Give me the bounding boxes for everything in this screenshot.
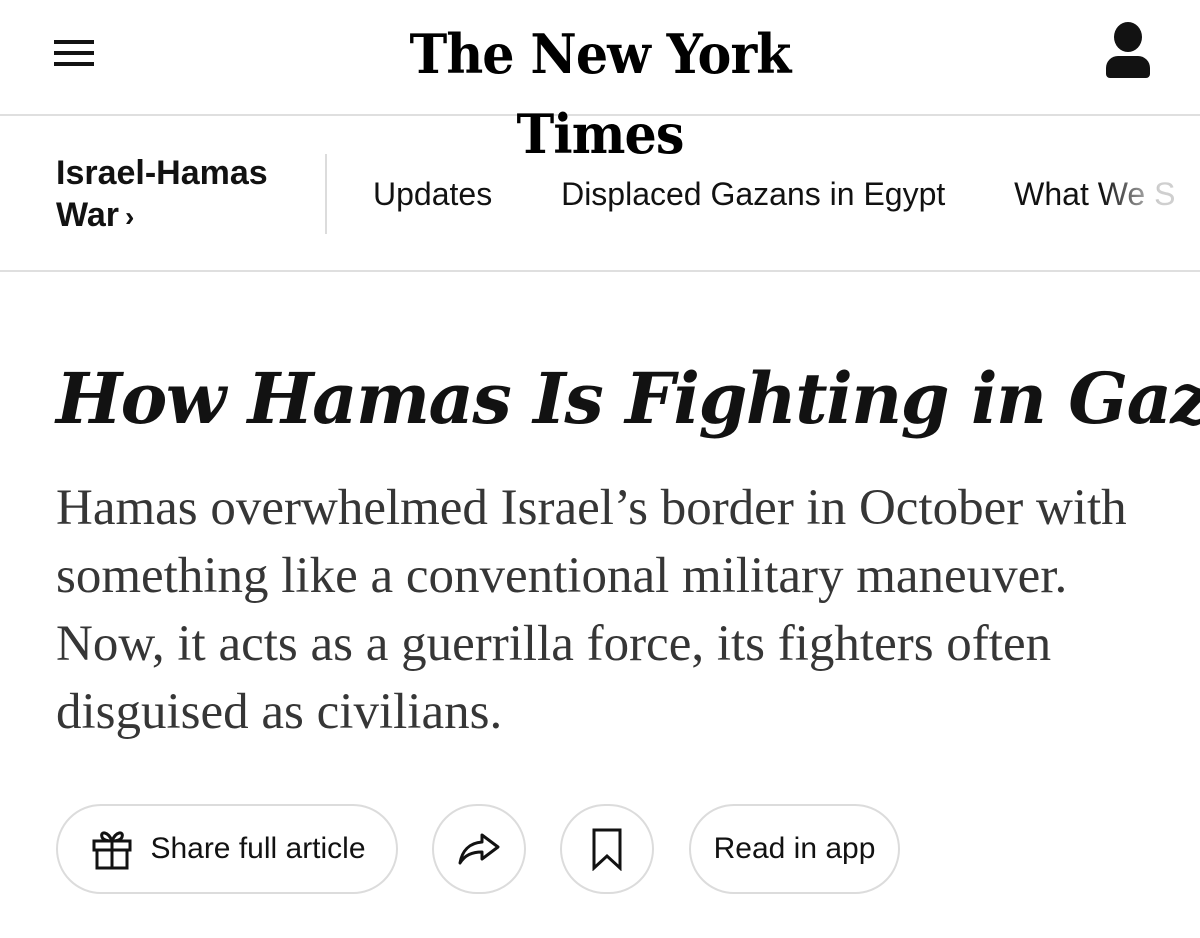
- section-title-line2: War: [56, 196, 119, 234]
- nav-link-what-we-know[interactable]: What We S: [1014, 174, 1175, 214]
- share-full-article-label: Share full article: [150, 832, 366, 865]
- share-arrow-icon: [456, 829, 502, 869]
- bookmark-icon: [590, 827, 624, 871]
- gift-icon: [88, 825, 136, 873]
- section-nav-links: Updates Displaced Gazans in Egypt What W…: [373, 174, 1200, 214]
- masthead: The New York Times: [0, 0, 1200, 166]
- article-page: The New York Times Israel-Hamas War › Upd…: [0, 0, 1200, 938]
- read-in-app-label: Read in app: [713, 832, 876, 865]
- article-summary: Hamas overwhelmed Israel’s border in Oct…: [56, 480, 1127, 740]
- nav-link-displaced-gazans[interactable]: Displaced Gazans in Egypt: [561, 174, 945, 214]
- nav-divider: [325, 154, 327, 234]
- read-in-app-button[interactable]: Read in app: [689, 804, 900, 894]
- nyt-logo[interactable]: The New York Times: [318, 14, 882, 166]
- chevron-right-icon: ›: [124, 201, 135, 232]
- save-bookmark-button[interactable]: [560, 804, 654, 894]
- section-nav: Israel-Hamas War › Updates Displaced Gaza…: [0, 118, 1200, 272]
- account-icon[interactable]: [1104, 22, 1152, 80]
- nav-link-updates[interactable]: Updates: [373, 174, 492, 214]
- hamburger-menu-icon[interactable]: [52, 36, 96, 72]
- section-link-israel-hamas-war[interactable]: Israel-Hamas War ›: [56, 152, 268, 238]
- share-button[interactable]: [432, 804, 526, 894]
- article-headline: How Hamas Is Fighting in Gaza: [56, 357, 1200, 440]
- section-title-line1: Israel-Hamas: [56, 154, 268, 192]
- share-full-article-button[interactable]: Share full article: [56, 804, 398, 894]
